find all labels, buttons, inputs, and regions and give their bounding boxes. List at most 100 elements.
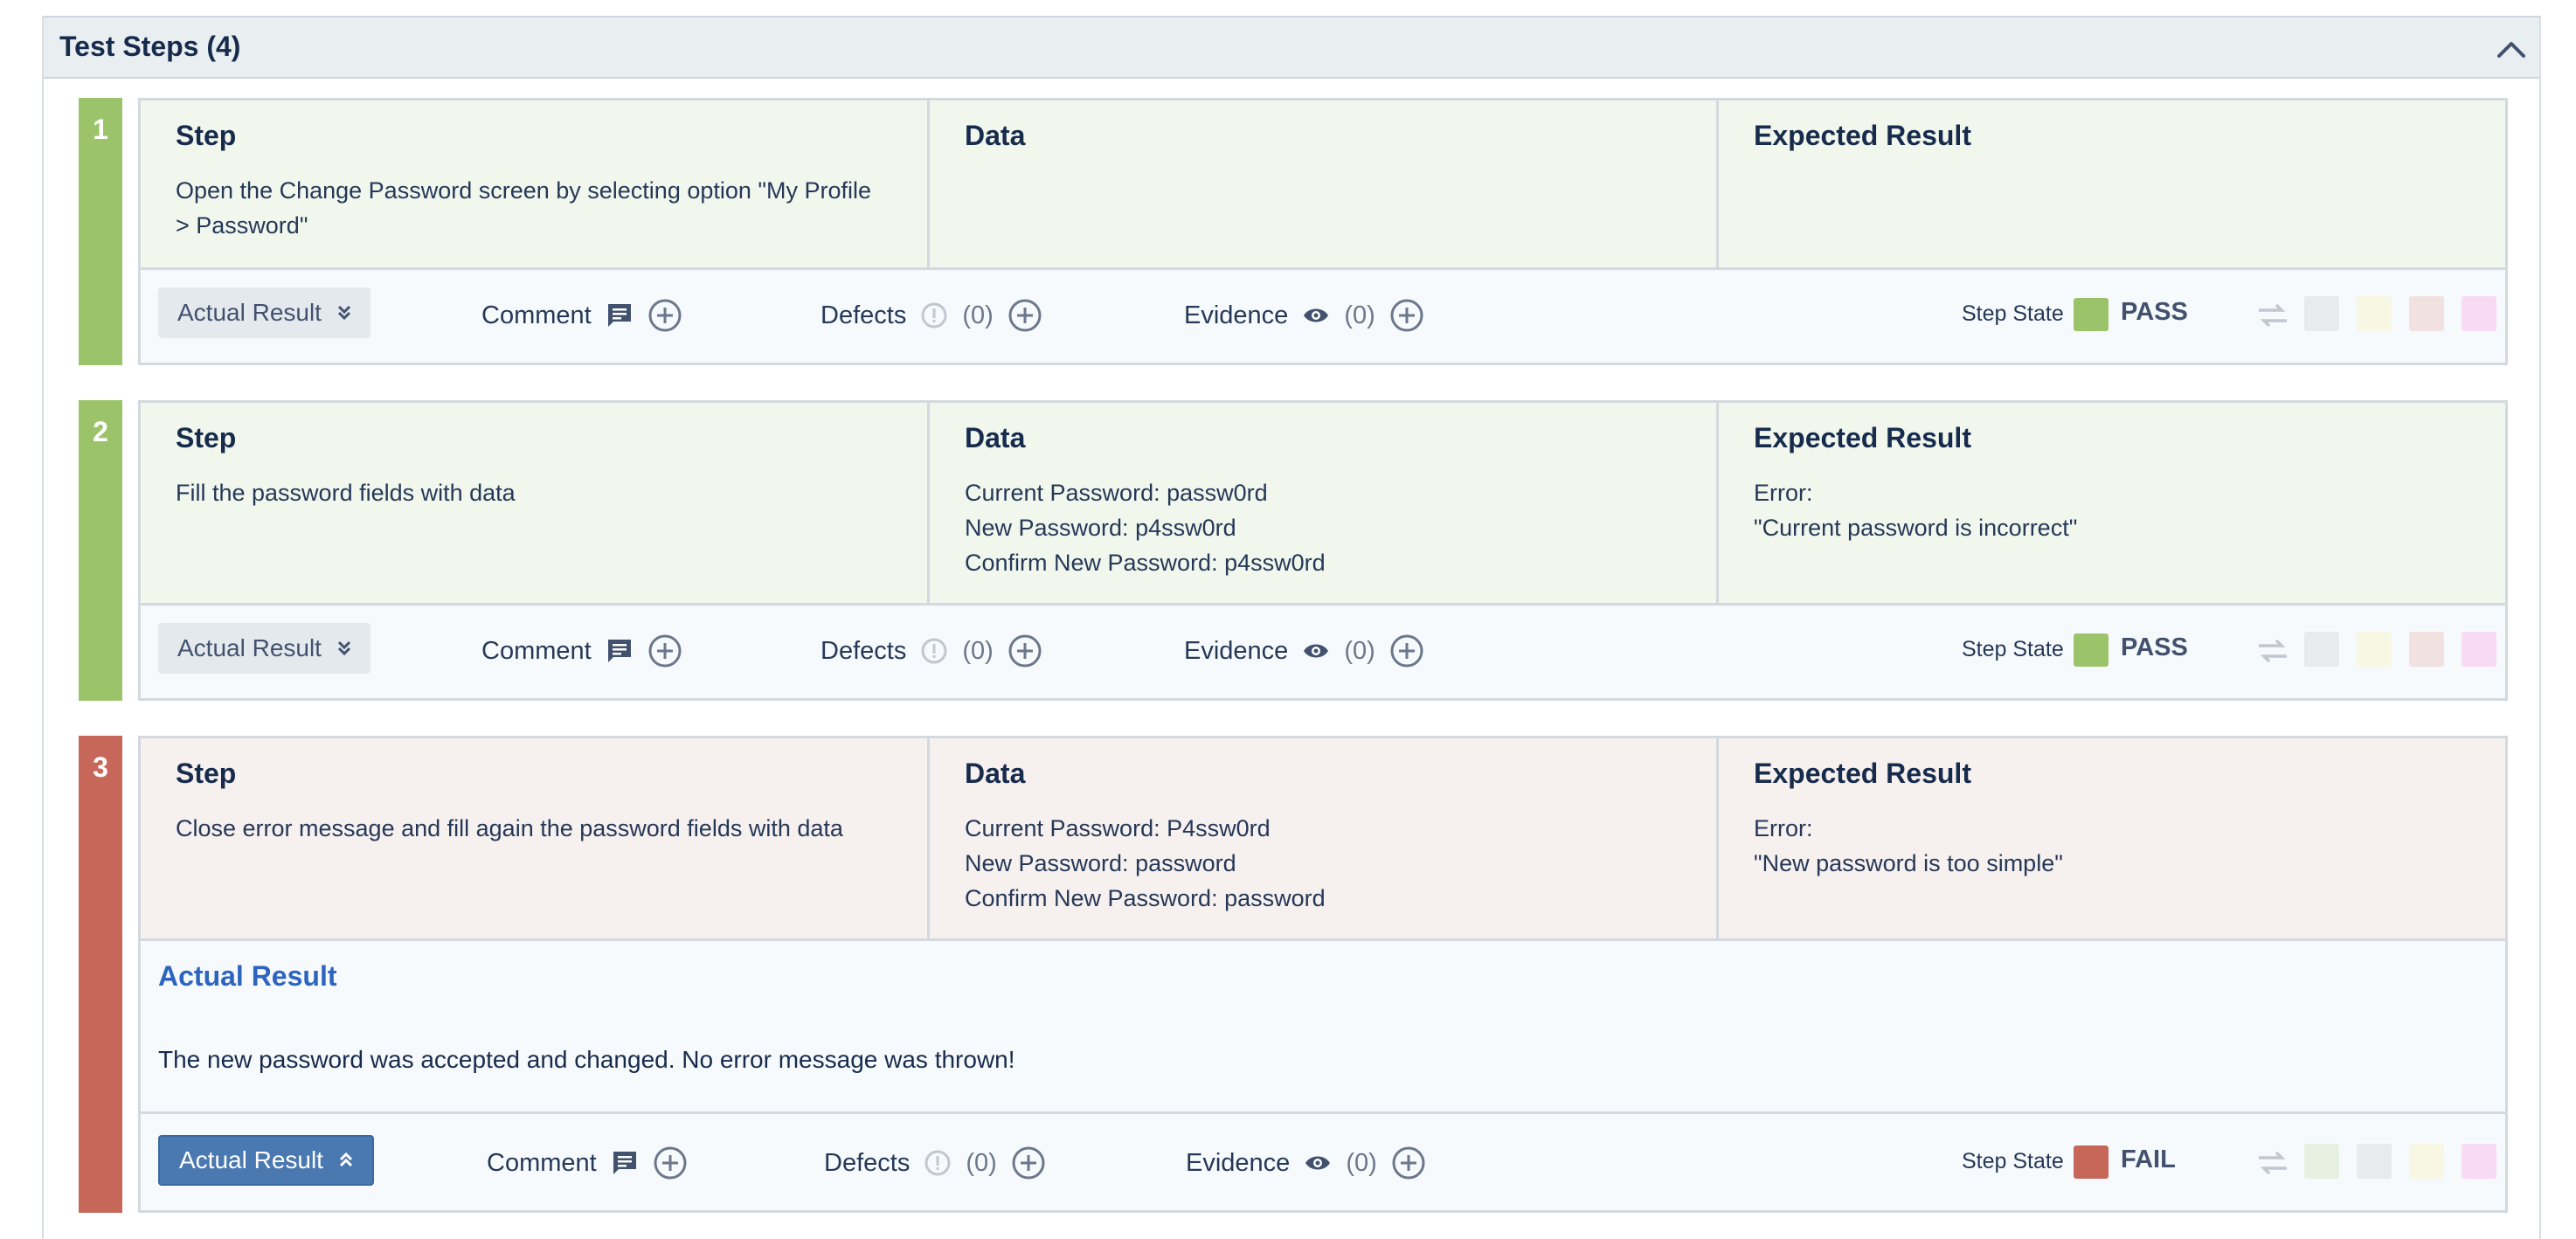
comment-icon[interactable] (606, 301, 634, 329)
state-option-todo[interactable] (2304, 296, 2339, 331)
add-comment-icon[interactable] (653, 1146, 688, 1180)
swap-arrows-icon[interactable] (2255, 1149, 2290, 1177)
test-step-2: 2 Step Fill the password fields with dat… (79, 400, 2508, 701)
step-state-swatch (2074, 298, 2109, 331)
data-column: Data Current Password: P4ssw0rd New Pass… (930, 738, 1719, 938)
comment-group: Comment (481, 633, 682, 668)
step-text: Fill the password fields with data (176, 480, 516, 506)
data-text: Current Password: passw0rd New Password:… (965, 480, 1326, 576)
step-state-label: Step State (1962, 637, 2064, 661)
expected-text: Error: "Current password is incorrect" (1754, 480, 2078, 541)
chevron-up-icon[interactable] (2494, 33, 2529, 65)
add-evidence-icon[interactable] (1391, 1146, 1426, 1180)
actual-result-label: Actual Result (179, 1146, 323, 1173)
defects-label: Defects (821, 636, 907, 665)
warning-circle-icon (921, 302, 947, 329)
step-footer: Actual Result Comment Defects (0) Eviden… (141, 600, 2505, 698)
eye-icon (1305, 1156, 1331, 1170)
add-comment-icon[interactable] (647, 298, 682, 333)
expected-column: Expected Result Error: "Current password… (1719, 403, 2505, 603)
step-state-label: Step State (1962, 1149, 2064, 1173)
step-columns: Step Close error message and fill again … (141, 738, 2505, 941)
add-evidence-icon[interactable] (1389, 298, 1424, 333)
state-option-aborted[interactable] (2462, 1144, 2496, 1179)
add-defect-icon[interactable] (1008, 633, 1042, 668)
chevron-double-down-icon (337, 640, 351, 656)
test-step-3: 3 Step Close error message and fill agai… (79, 736, 2508, 1213)
add-defect-icon[interactable] (1008, 298, 1042, 333)
state-option-todo[interactable] (2304, 632, 2339, 667)
step-header: Step (176, 422, 237, 453)
defects-count: (0) (966, 1148, 997, 1177)
step-footer: Actual Result Comment Defects (0) Eviden… (141, 1112, 2505, 1210)
expected-header: Expected Result (1754, 758, 1971, 789)
step-state-value: FAIL (2121, 1146, 2176, 1173)
chevron-double-up-icon (339, 1152, 353, 1167)
add-defect-icon[interactable] (1011, 1146, 1046, 1180)
evidence-count: (0) (1344, 636, 1375, 665)
step-box: Step Open the Change Password screen by … (138, 98, 2508, 365)
step-column: Step Close error message and fill again … (141, 738, 930, 938)
add-comment-icon[interactable] (647, 633, 682, 668)
actual-result-button[interactable]: Actual Result (158, 1135, 374, 1186)
evidence-group: Evidence (0) (1186, 1146, 1426, 1180)
data-header: Data (965, 758, 1026, 789)
evidence-count: (0) (1346, 1148, 1377, 1177)
defects-label: Defects (821, 301, 907, 329)
panel-header[interactable]: Test Steps (4) (44, 16, 2539, 79)
defects-count: (0) (962, 301, 994, 329)
step-box: Step Close error message and fill again … (138, 736, 2508, 1213)
defects-count: (0) (962, 636, 994, 665)
comment-label: Comment (481, 636, 592, 665)
step-column: Step Fill the password fields with data (141, 403, 930, 603)
panel-title: Test Steps (4) (59, 31, 241, 62)
state-option-executing[interactable] (2409, 1144, 2444, 1179)
step-number: 3 (93, 751, 108, 783)
state-option-executing[interactable] (2357, 632, 2392, 667)
add-evidence-icon[interactable] (1389, 633, 1424, 668)
state-option-executing[interactable] (2357, 296, 2392, 331)
evidence-group: Evidence (0) (1184, 633, 1424, 668)
step-columns: Step Fill the password fields with data … (141, 403, 2505, 606)
step-status-bar: 1 (79, 98, 122, 365)
step-box: Step Fill the password fields with data … (138, 400, 2508, 701)
evidence-group: Evidence (0) (1184, 298, 1424, 333)
state-option-fail[interactable] (2409, 632, 2444, 667)
step-number: 2 (93, 416, 108, 447)
expected-text: Error: "New password is too simple" (1754, 815, 2063, 876)
comment-label: Comment (487, 1148, 597, 1177)
state-option-aborted[interactable] (2462, 632, 2496, 667)
comment-label: Comment (481, 301, 592, 329)
expected-header: Expected Result (1754, 120, 1971, 151)
comment-icon[interactable] (611, 1149, 639, 1177)
comment-group: Comment (481, 298, 682, 333)
actual-result-button[interactable]: Actual Result (158, 623, 370, 674)
data-header: Data (965, 422, 1026, 453)
data-text: Current Password: P4ssw0rd New Password:… (965, 815, 1326, 911)
actual-result-button[interactable]: Actual Result (158, 287, 370, 338)
eye-icon (1304, 644, 1329, 658)
step-text: Close error message and fill again the p… (176, 815, 843, 841)
state-option-pass[interactable] (2304, 1144, 2339, 1179)
state-option-fail[interactable] (2409, 296, 2444, 331)
state-option-aborted[interactable] (2462, 296, 2496, 331)
evidence-count: (0) (1344, 301, 1375, 329)
data-column: Data Current Password: passw0rd New Pass… (930, 403, 1719, 603)
step-state-swatch (2074, 633, 2109, 667)
swap-arrows-icon[interactable] (2255, 637, 2290, 665)
comment-icon[interactable] (606, 637, 634, 665)
actual-result-label: Actual Result (177, 299, 322, 326)
step-header: Step (176, 120, 237, 151)
actual-result-text[interactable]: The new password was accepted and change… (158, 1046, 1015, 1074)
data-column: Data (930, 100, 1719, 267)
state-option-todo[interactable] (2357, 1144, 2392, 1179)
step-header: Step (176, 758, 237, 789)
actual-result-section: Actual Result The new password was accep… (141, 941, 2505, 1114)
evidence-label: Evidence (1184, 301, 1289, 329)
swap-arrows-icon[interactable] (2255, 301, 2290, 329)
step-state-swatch (2074, 1146, 2109, 1179)
step-text: Open the Change Password screen by selec… (176, 177, 872, 239)
step-footer: Actual Result Comment Defects (0) Eviden… (141, 265, 2505, 363)
chevron-double-down-icon (337, 305, 351, 321)
expected-header: Expected Result (1754, 422, 1971, 453)
